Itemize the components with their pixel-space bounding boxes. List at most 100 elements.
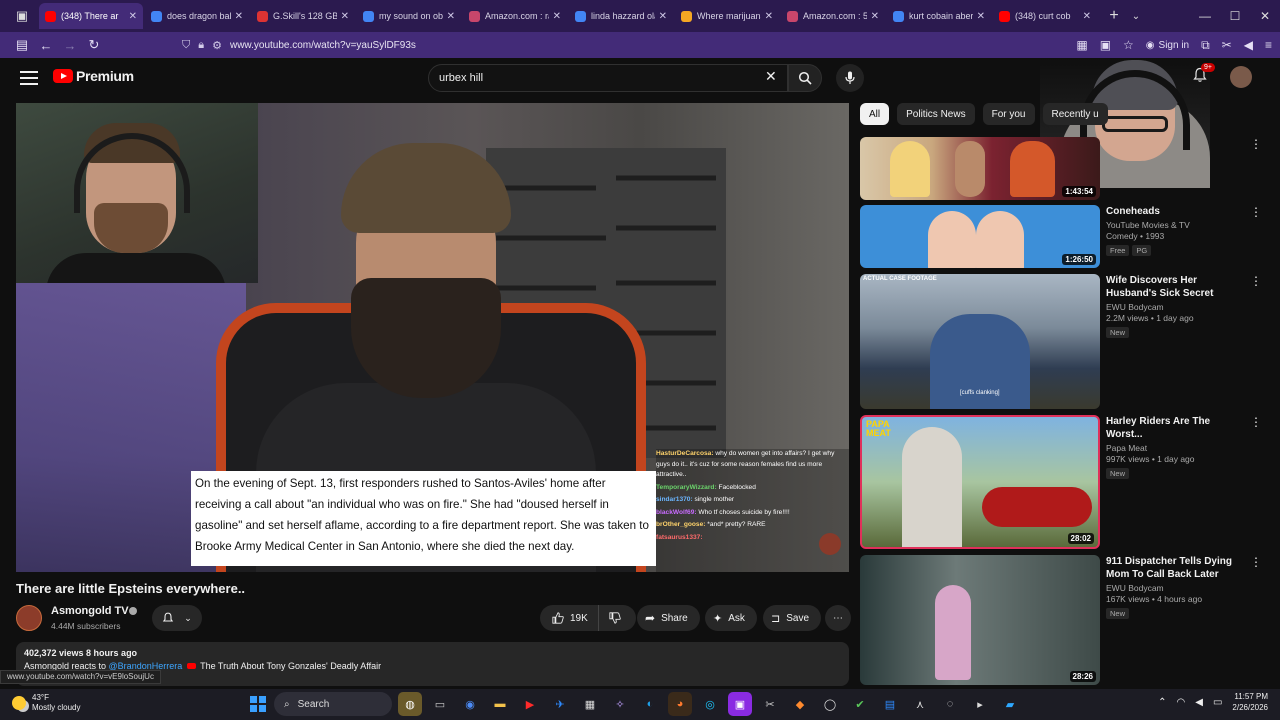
task-view-icon[interactable]: ▭ [428,692,452,716]
recommended-video-5[interactable]: 28:26 911 Dispatcher Tells Dying Mom To … [860,555,1262,685]
channel-name[interactable]: EWU Bodycam [1106,583,1246,594]
site-settings-icon[interactable]: ⚙︎ [212,39,222,52]
browser-tab[interactable]: kurt cobain aberd ✕ [887,3,991,29]
more-vertical-icon[interactable]: ⋮ [1250,274,1262,288]
maximize-button[interactable]: ☐ [1220,9,1250,23]
channel-name[interactable]: Papa Meat [1106,443,1246,454]
channel-avatar[interactable] [16,605,42,631]
channel-name[interactable]: Asmongold TV [51,605,129,617]
video-thumbnail[interactable]: PAPA MEAT 28:02 [860,415,1100,549]
url-text[interactable]: www.youtube.com/watch?v=yauSylDF93s [230,40,416,51]
save-button[interactable]: ⊐ Save [763,605,822,631]
recommended-video-3[interactable]: ACTUAL CASE FOOTAGE [cuffs clanking] Wif… [860,274,1262,410]
browser-tab[interactable]: G.Skill's 128 GB g ✕ [251,3,355,29]
tab-actions-icon[interactable]: ▣ [11,5,33,27]
video-player[interactable]: On the evening of Sept. 13, first respon… [16,103,849,572]
close-tab-icon[interactable]: ✕ [765,11,773,22]
chrome-icon[interactable]: ◉ [458,692,482,716]
wifi-icon[interactable]: ◠ [1177,697,1186,708]
battery-icon[interactable]: ▭ [1213,697,1222,708]
video-thumbnail[interactable]: 28:26 [860,555,1100,685]
close-window-button[interactable]: ✕ [1250,9,1280,23]
browser-menu-icon[interactable]: ≡ [1265,38,1272,52]
taskbar-search[interactable]: ⌕ Search [274,692,392,716]
lock-icon[interactable]: 🔒︎ [198,39,204,52]
close-tab-icon[interactable]: ✕ [447,11,455,22]
recommended-video-1[interactable]: 1:43:54 ⋮ [860,137,1262,201]
browser-tab[interactable]: my sound on obs ✕ [357,3,461,29]
browser-tab[interactable]: Where marijuana i ✕ [675,3,779,29]
youtube-logo[interactable]: Premium [53,68,134,84]
close-tab-icon[interactable]: ✕ [129,11,137,22]
close-tab-icon[interactable]: ✕ [235,11,243,22]
file-explorer-icon[interactable]: ▬ [488,692,512,716]
twitch-icon[interactable]: ▣ [728,692,752,716]
volume-icon[interactable]: ◀︎ [1244,38,1253,52]
reader-view-icon[interactable]: ▦ [1076,38,1087,52]
pip-icon[interactable]: ▣ [1100,38,1111,52]
show-hidden-icons[interactable]: ⌃ [1158,697,1166,708]
brave-icon[interactable]: ◆ [788,692,812,716]
browser-tab[interactable]: linda hazzard olall ✕ [569,3,673,29]
close-tab-icon[interactable]: ✕ [659,11,667,22]
recommended-video-4[interactable]: PAPA MEAT 28:02 Harley Riders Are The Wo… [860,415,1262,550]
screenshot-icon[interactable]: ✂︎ [1222,38,1232,52]
bookmark-star-icon[interactable]: ☆ [1123,38,1134,52]
recommended-video-2[interactable]: 1:26:50 Coneheads YouTube Movies & TV Co… [860,205,1262,269]
video-title[interactable]: Harley Riders Are The Worst... [1106,415,1246,441]
more-vertical-icon[interactable]: ⋮ [1250,205,1262,219]
reload-button[interactable]: ↻ [82,34,106,56]
shield-icon[interactable]: ⛉ [182,39,190,52]
obs-icon[interactable]: ◯ [818,692,842,716]
minimize-button[interactable]: — [1190,9,1220,23]
filter-chip[interactable]: All [860,103,890,125]
steam-icon[interactable]: ◎ [698,692,722,716]
volume-icon[interactable]: ◀ [1195,697,1203,708]
channel-name[interactable]: EWU Bodycam [1106,302,1246,313]
like-button[interactable]: 19K [540,605,599,631]
ask-button[interactable]: ✦ Ask [705,605,757,631]
back-button[interactable]: ← [34,34,58,56]
widgets-icon[interactable]: ◍ [398,692,422,716]
close-tab-icon[interactable]: ✕ [1083,11,1091,22]
video-thumbnail[interactable]: ACTUAL CASE FOOTAGE [cuffs clanking] [860,274,1100,409]
account-avatar[interactable] [1230,66,1252,88]
forward-button[interactable]: → [58,34,82,56]
subscribed-notifications-button[interactable]: ⌄ [152,605,202,631]
new-tab-button[interactable]: + [1103,5,1125,27]
filter-chip[interactable]: For you [982,103,1035,125]
share-button[interactable]: ➦ Share [637,605,700,631]
browser-tab[interactable]: Amazon.com : ram ✕ [463,3,567,29]
copilot-icon[interactable]: ✧ [608,692,632,716]
clock[interactable]: 11:57 PM 2/26/2026 [1232,691,1268,713]
linked-video-title[interactable]: The Truth About Tony Gonzales' Deadly Af… [200,661,381,671]
channel-name[interactable]: YouTube Movies & TV [1106,220,1246,231]
video-title[interactable]: Coneheads [1106,205,1246,218]
weather-widget[interactable]: 43°F Mostly cloudy [12,693,80,713]
app-icon[interactable]: ▤ [878,692,902,716]
app-icon[interactable]: ✔ [848,692,872,716]
calendar-icon[interactable]: ▦ [578,692,602,716]
search-button[interactable] [788,64,822,92]
firefox-icon[interactable]: ◕ [668,692,692,716]
dislike-button[interactable] [599,612,631,624]
tab-list-dropdown-icon[interactable]: ⌄ [1125,5,1147,27]
filter-chip[interactable]: Politics News [897,103,975,125]
filter-chip[interactable]: Recently u [1042,103,1108,125]
close-tab-icon[interactable]: ✕ [871,11,879,22]
close-tab-icon[interactable]: ✕ [341,11,349,22]
extensions-icon[interactable]: ⧉ [1201,38,1210,53]
app-icon[interactable]: ⋏ [908,692,932,716]
more-actions-button[interactable]: ⋯ [825,605,851,631]
video-thumbnail[interactable]: 1:43:54 [860,137,1100,200]
more-vertical-icon[interactable]: ⋮ [1250,415,1262,429]
guide-menu-icon[interactable] [20,69,38,87]
sidebar-toggle-icon[interactable]: ▤ [10,34,34,56]
browser-tab[interactable]: Amazon.com : 50 ✕ [781,3,885,29]
video-title[interactable]: Wife Discovers Her Husband's Sick Secret [1106,274,1246,300]
signin-button[interactable]: ◉ Sign in [1146,40,1189,51]
voice-search-button[interactable] [836,64,864,92]
app-icon[interactable]: ◌ [938,692,962,716]
browser-tab[interactable]: (348) curt cob ✕ [993,3,1097,29]
close-tab-icon[interactable]: ✕ [977,11,985,22]
